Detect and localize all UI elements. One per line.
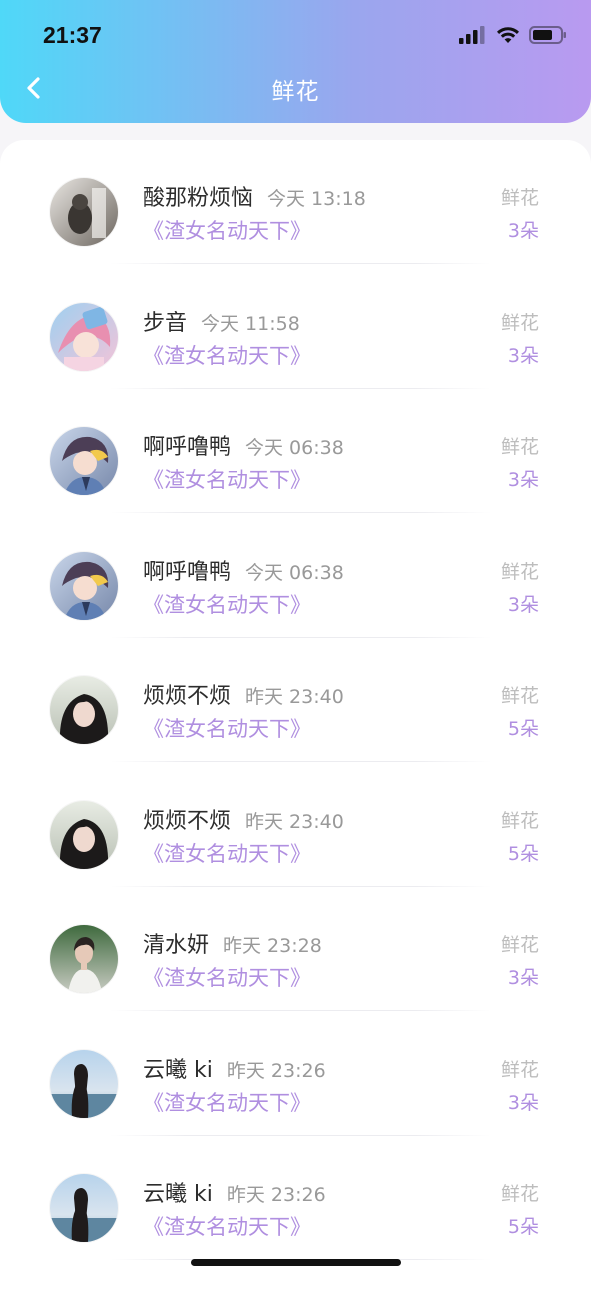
sender-line: 烦烦不烦 昨天 23:40: [143, 803, 344, 835]
page-title: 鲜花: [271, 79, 320, 105]
avatar[interactable]: [50, 551, 118, 620]
sender-name[interactable]: 啊呼噜鸭: [143, 435, 231, 460]
gift-label: 鲜花: [500, 311, 539, 334]
avatar[interactable]: [50, 302, 118, 371]
book-title-link[interactable]: 《渣女名动天下》: [143, 215, 311, 245]
sender-name[interactable]: 烦烦不烦: [143, 684, 231, 709]
avatar[interactable]: [50, 1049, 118, 1118]
sender-line: 步音 今天 11:58: [143, 305, 300, 337]
gift-count: 5朵: [507, 842, 539, 865]
sender-name[interactable]: 云曦 ki: [143, 1182, 213, 1207]
list-item[interactable]: 清水妍 昨天 23:28 《渣女名动天下》 鲜花 3朵: [0, 887, 591, 1011]
send-time: 今天 06:38: [245, 561, 344, 584]
avatar[interactable]: [50, 427, 118, 495]
avatar[interactable]: [50, 676, 118, 744]
list-item[interactable]: 啊呼噜鸭 今天 06:38 《渣女名动天下》 鲜花 3朵: [0, 514, 591, 638]
gift-count: 5朵: [507, 718, 539, 740]
gift-count: 3朵: [507, 220, 539, 242]
send-time: 昨天 23:26: [226, 1184, 326, 1206]
gift-count: 3朵: [507, 1091, 539, 1114]
send-time: 今天 11:58: [201, 312, 300, 335]
avatar[interactable]: [50, 178, 118, 246]
gift-count: 3朵: [507, 593, 539, 616]
sender-line: 啊呼噜鸭 今天 06:38: [143, 429, 344, 461]
avatar-anime-boy: [50, 427, 118, 495]
send-time: 今天 13:18: [267, 188, 366, 210]
status-icons: [459, 26, 567, 44]
send-time: 昨天 23:28: [223, 935, 322, 957]
send-time: 昨天 23:26: [226, 1059, 326, 1082]
list-item[interactable]: 烦烦不烦 昨天 23:40 《渣女名动天下》 鲜花 5朵: [0, 638, 591, 762]
list-item[interactable]: 啊呼噜鸭 今天 06:38 《渣女名动天下》 鲜花 3朵: [0, 389, 591, 513]
send-time: 昨天 23:40: [245, 810, 344, 833]
book-title-link[interactable]: 《渣女名动天下》: [143, 340, 311, 370]
avatar-anime-boy: [50, 551, 118, 620]
sender-line: 云曦 ki 昨天 23:26: [143, 1052, 326, 1084]
sender-name[interactable]: 烦烦不烦: [143, 809, 231, 834]
avatar-photo-pet: [50, 178, 118, 246]
avatar-photo-beach: [50, 1174, 118, 1242]
list-item[interactable]: 步音 今天 11:58 《渣女名动天下》 鲜花 3朵: [0, 265, 591, 389]
gift-count: 3朵: [507, 344, 539, 367]
cellular-signal-icon: [459, 26, 485, 44]
status-time: 21:37: [43, 22, 102, 48]
book-title-link[interactable]: 《渣女名动天下》: [143, 589, 311, 619]
sender-name[interactable]: 云曦 ki: [143, 1058, 213, 1083]
gift-label: 鲜花: [500, 436, 539, 458]
avatar-photo-girl: [50, 676, 118, 744]
gift-label: 鲜花: [500, 187, 539, 209]
sender-name[interactable]: 啊呼噜鸭: [143, 560, 231, 585]
list-item[interactable]: 云曦 ki 昨天 23:26 《渣女名动天下》 鲜花 5朵: [0, 1136, 591, 1260]
avatar[interactable]: [50, 925, 118, 993]
avatar[interactable]: [50, 800, 118, 869]
sender-line: 清水妍 昨天 23:28: [143, 927, 322, 959]
send-time: 今天 06:38: [245, 437, 344, 459]
list-item[interactable]: 云曦 ki 昨天 23:26 《渣女名动天下》 鲜花 3朵: [0, 1012, 591, 1136]
sender-line: 啊呼噜鸭 今天 06:38: [143, 554, 344, 586]
avatar-photo-man: [50, 925, 118, 993]
avatar[interactable]: [50, 1174, 118, 1242]
send-time: 昨天 23:40: [245, 686, 344, 708]
list-item[interactable]: 酸那粉烦恼 今天 13:18 《渣女名动天下》 鲜花 3朵: [0, 140, 591, 264]
wifi-icon: [497, 27, 519, 43]
gift-label: 鲜花: [500, 560, 539, 583]
gift-label: 鲜花: [500, 1183, 539, 1205]
book-title-link[interactable]: 《渣女名动天下》: [143, 713, 311, 743]
sender-line: 云曦 ki 昨天 23:26: [143, 1176, 326, 1208]
gift-count: 3朵: [507, 469, 539, 491]
book-title-link[interactable]: 《渣女名动天下》: [143, 464, 311, 494]
avatar-photo-girl: [50, 800, 118, 869]
sender-name[interactable]: 清水妍: [143, 933, 209, 958]
gift-count: 5朵: [507, 1216, 539, 1238]
list-item[interactable]: 烦烦不烦 昨天 23:40 《渣女名动天下》 鲜花 5朵: [0, 763, 591, 887]
book-title-link[interactable]: 《渣女名动天下》: [143, 1211, 311, 1241]
sender-name[interactable]: 酸那粉烦恼: [143, 186, 253, 211]
gift-label: 鲜花: [500, 685, 539, 707]
gift-count: 3朵: [507, 967, 539, 989]
sender-name[interactable]: 步音: [143, 311, 187, 336]
book-title-link[interactable]: 《渣女名动天下》: [143, 838, 311, 868]
gift-label: 鲜花: [500, 934, 539, 956]
home-indicator: [191, 1259, 401, 1266]
book-title-link[interactable]: 《渣女名动天下》: [143, 962, 311, 992]
battery-icon: [529, 26, 566, 44]
avatar-anime-pink-hair: [50, 302, 118, 371]
avatar-photo-beach: [50, 1049, 118, 1118]
gift-label: 鲜花: [500, 809, 539, 832]
header: 21:37 鲜花: [0, 0, 591, 123]
gift-label: 鲜花: [500, 1058, 539, 1081]
book-title-link[interactable]: 《渣女名动天下》: [143, 1087, 311, 1117]
sender-line: 烦烦不烦 昨天 23:40: [143, 678, 344, 710]
sender-line: 酸那粉烦恼 今天 13:18: [143, 180, 366, 212]
